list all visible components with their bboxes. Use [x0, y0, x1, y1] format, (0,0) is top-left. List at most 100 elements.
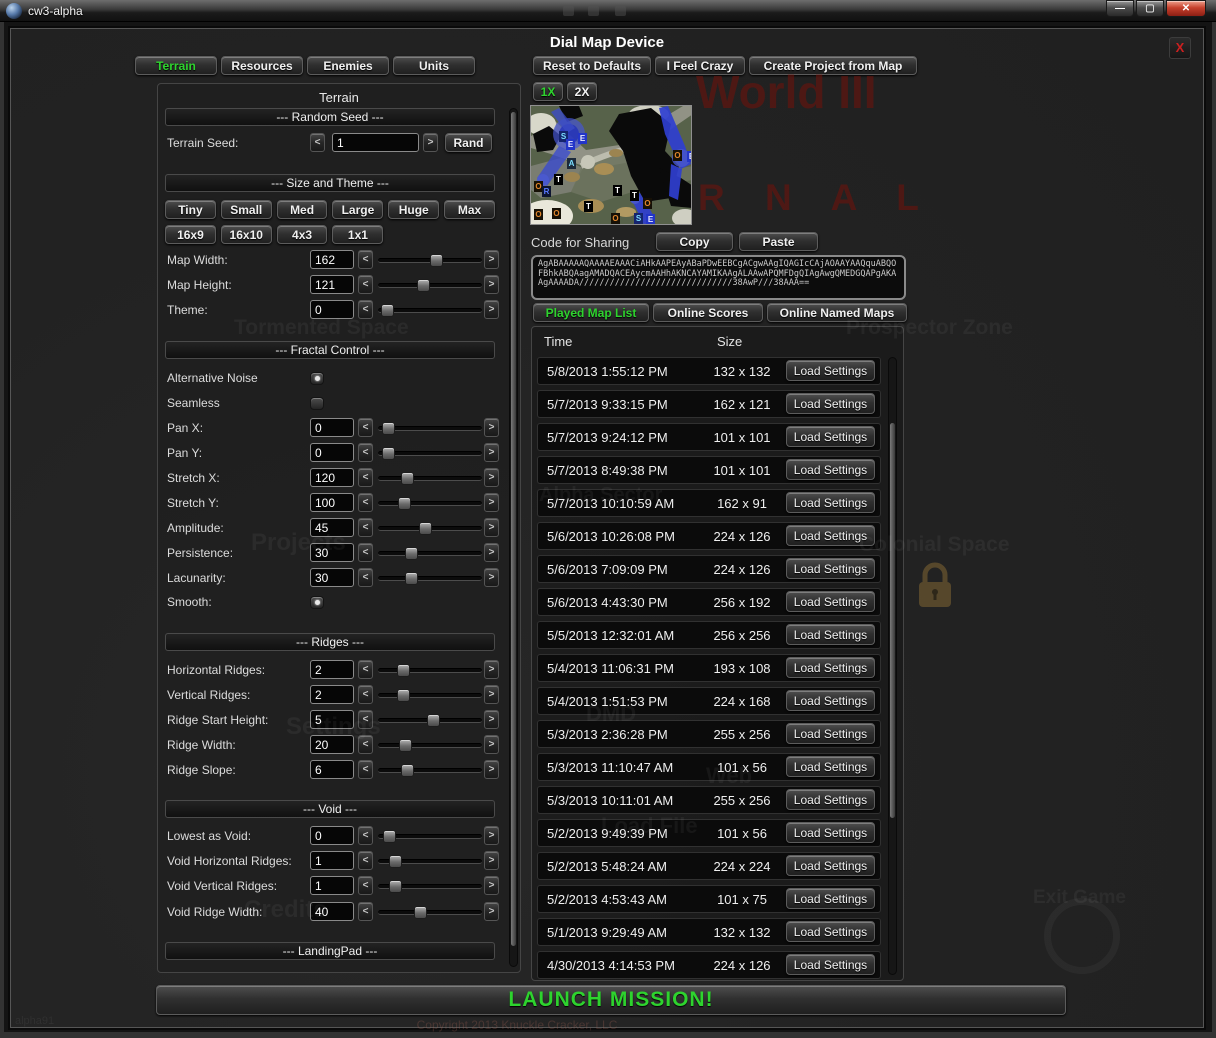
terrain-panel-scrollbar[interactable]: [509, 108, 518, 967]
title-bar[interactable]: cw3-alpha — ▢ ✕: [0, 0, 1216, 22]
load-settings-button[interactable]: Load Settings: [786, 954, 875, 975]
preset-button-16x10[interactable]: 16x10: [221, 225, 272, 244]
seed-decrement-button[interactable]: <: [310, 133, 325, 152]
preset-button-tiny[interactable]: Tiny: [165, 200, 216, 219]
copy-button[interactable]: Copy: [656, 232, 733, 251]
value-input-amplitude[interactable]: [310, 518, 354, 537]
increment-button-map-height[interactable]: >: [484, 275, 499, 294]
increment-button-ridge-start-height[interactable]: >: [484, 710, 499, 729]
preset-button-large[interactable]: Large: [332, 200, 383, 219]
maximize-button[interactable]: ▢: [1136, 0, 1164, 17]
value-input-ridge-slope[interactable]: [310, 760, 354, 779]
increment-button-lacunarity[interactable]: >: [484, 568, 499, 587]
decrement-button-pan-y[interactable]: <: [358, 443, 373, 462]
action-reset-to-defaults[interactable]: Reset to Defaults: [533, 56, 651, 75]
value-input-persistence[interactable]: [310, 543, 354, 562]
slider-handle-lowest-as-void[interactable]: [383, 830, 396, 843]
increment-button-map-width[interactable]: >: [484, 250, 499, 269]
slider-track-ridge-slope[interactable]: [378, 768, 482, 773]
value-input-pan-y[interactable]: [310, 443, 354, 462]
slider-track-persistence[interactable]: [378, 551, 482, 556]
decrement-button-vertical-ridges[interactable]: <: [358, 685, 373, 704]
decrement-button-lowest-as-void[interactable]: <: [358, 826, 373, 845]
slider-track-map-height[interactable]: [378, 283, 482, 288]
decrement-button-ridge-slope[interactable]: <: [358, 760, 373, 779]
increment-button-theme[interactable]: >: [484, 300, 499, 319]
slider-track-lacunarity[interactable]: [378, 576, 482, 581]
decrement-button-persistence[interactable]: <: [358, 543, 373, 562]
decrement-button-theme[interactable]: <: [358, 300, 373, 319]
slider-track-map-width[interactable]: [378, 258, 482, 263]
decrement-button-stretch-x[interactable]: <: [358, 468, 373, 487]
value-input-lowest-as-void[interactable]: [310, 826, 354, 845]
load-settings-button[interactable]: Load Settings: [786, 558, 875, 579]
slider-handle-stretch-y[interactable]: [398, 497, 411, 510]
value-input-lacunarity[interactable]: [310, 568, 354, 587]
dialog-close-button[interactable]: X: [1169, 37, 1191, 59]
decrement-button-void-ridge-width[interactable]: <: [358, 902, 373, 921]
terrain-scrollbar-thumb[interactable]: [511, 112, 516, 946]
decrement-button-pan-x[interactable]: <: [358, 418, 373, 437]
load-settings-button[interactable]: Load Settings: [786, 690, 875, 711]
preset-button-med[interactable]: Med: [277, 200, 328, 219]
slider-track-amplitude[interactable]: [378, 526, 482, 531]
load-settings-button[interactable]: Load Settings: [786, 492, 875, 513]
load-settings-button[interactable]: Load Settings: [786, 525, 875, 546]
slider-handle-pan-y[interactable]: [382, 447, 395, 460]
checkbox-alternative-noise[interactable]: [310, 372, 324, 385]
seed-input[interactable]: [332, 133, 419, 152]
slider-handle-map-width[interactable]: [430, 254, 443, 267]
slider-handle-amplitude[interactable]: [419, 522, 432, 535]
decrement-button-ridge-width[interactable]: <: [358, 735, 373, 754]
checkbox-smooth[interactable]: [310, 596, 324, 609]
tab-terrain[interactable]: Terrain: [135, 56, 217, 75]
slider-track-void-vertical-ridges[interactable]: [378, 884, 482, 889]
load-settings-button[interactable]: Load Settings: [786, 921, 875, 942]
slider-handle-ridge-width[interactable]: [399, 739, 412, 752]
slider-track-vertical-ridges[interactable]: [378, 693, 482, 698]
slider-handle-void-horizontal-ridges[interactable]: [389, 855, 402, 868]
increment-button-vertical-ridges[interactable]: >: [484, 685, 499, 704]
slider-handle-void-ridge-width[interactable]: [414, 906, 427, 919]
rand-button[interactable]: Rand: [445, 133, 492, 152]
increment-button-void-vertical-ridges[interactable]: >: [484, 876, 499, 895]
tab-units[interactable]: Units: [393, 56, 475, 75]
tab-enemies[interactable]: Enemies: [307, 56, 389, 75]
slider-track-pan-y[interactable]: [378, 451, 482, 456]
load-settings-button[interactable]: Load Settings: [786, 855, 875, 876]
slider-handle-theme[interactable]: [381, 304, 394, 317]
preset-button-4x3[interactable]: 4x3: [277, 225, 328, 244]
decrement-button-ridge-start-height[interactable]: <: [358, 710, 373, 729]
checkbox-seamless[interactable]: [310, 397, 324, 410]
minimize-button[interactable]: —: [1106, 0, 1134, 17]
slider-handle-stretch-x[interactable]: [401, 472, 414, 485]
paste-button[interactable]: Paste: [739, 232, 818, 251]
load-settings-button[interactable]: Load Settings: [786, 657, 875, 678]
preset-button-1x1[interactable]: 1x1: [332, 225, 383, 244]
decrement-button-void-horizontal-ridges[interactable]: <: [358, 851, 373, 870]
slider-track-pan-x[interactable]: [378, 426, 482, 431]
increment-button-persistence[interactable]: >: [484, 543, 499, 562]
increment-button-amplitude[interactable]: >: [484, 518, 499, 537]
load-settings-button[interactable]: Load Settings: [786, 723, 875, 744]
load-settings-button[interactable]: Load Settings: [786, 426, 875, 447]
value-input-theme[interactable]: [310, 300, 354, 319]
slider-track-void-horizontal-ridges[interactable]: [378, 859, 482, 864]
load-settings-button[interactable]: Load Settings: [786, 756, 875, 777]
slider-handle-persistence[interactable]: [405, 547, 418, 560]
slider-handle-lacunarity[interactable]: [405, 572, 418, 585]
increment-button-stretch-y[interactable]: >: [484, 493, 499, 512]
increment-button-horizontal-ridges[interactable]: >: [484, 660, 499, 679]
slider-handle-horizontal-ridges[interactable]: [397, 664, 410, 677]
value-input-void-horizontal-ridges[interactable]: [310, 851, 354, 870]
share-code-box[interactable]: AgABAAAAAQAAAAEAAACiAHkAAPEAyABaPDwEEBCg…: [531, 255, 906, 300]
decrement-button-horizontal-ridges[interactable]: <: [358, 660, 373, 679]
seed-increment-button[interactable]: >: [423, 133, 438, 152]
decrement-button-map-height[interactable]: <: [358, 275, 373, 294]
load-settings-button[interactable]: Load Settings: [786, 822, 875, 843]
value-input-map-width[interactable]: [310, 250, 354, 269]
value-input-pan-x[interactable]: [310, 418, 354, 437]
load-settings-button[interactable]: Load Settings: [786, 459, 875, 480]
increment-button-pan-y[interactable]: >: [484, 443, 499, 462]
decrement-button-map-width[interactable]: <: [358, 250, 373, 269]
